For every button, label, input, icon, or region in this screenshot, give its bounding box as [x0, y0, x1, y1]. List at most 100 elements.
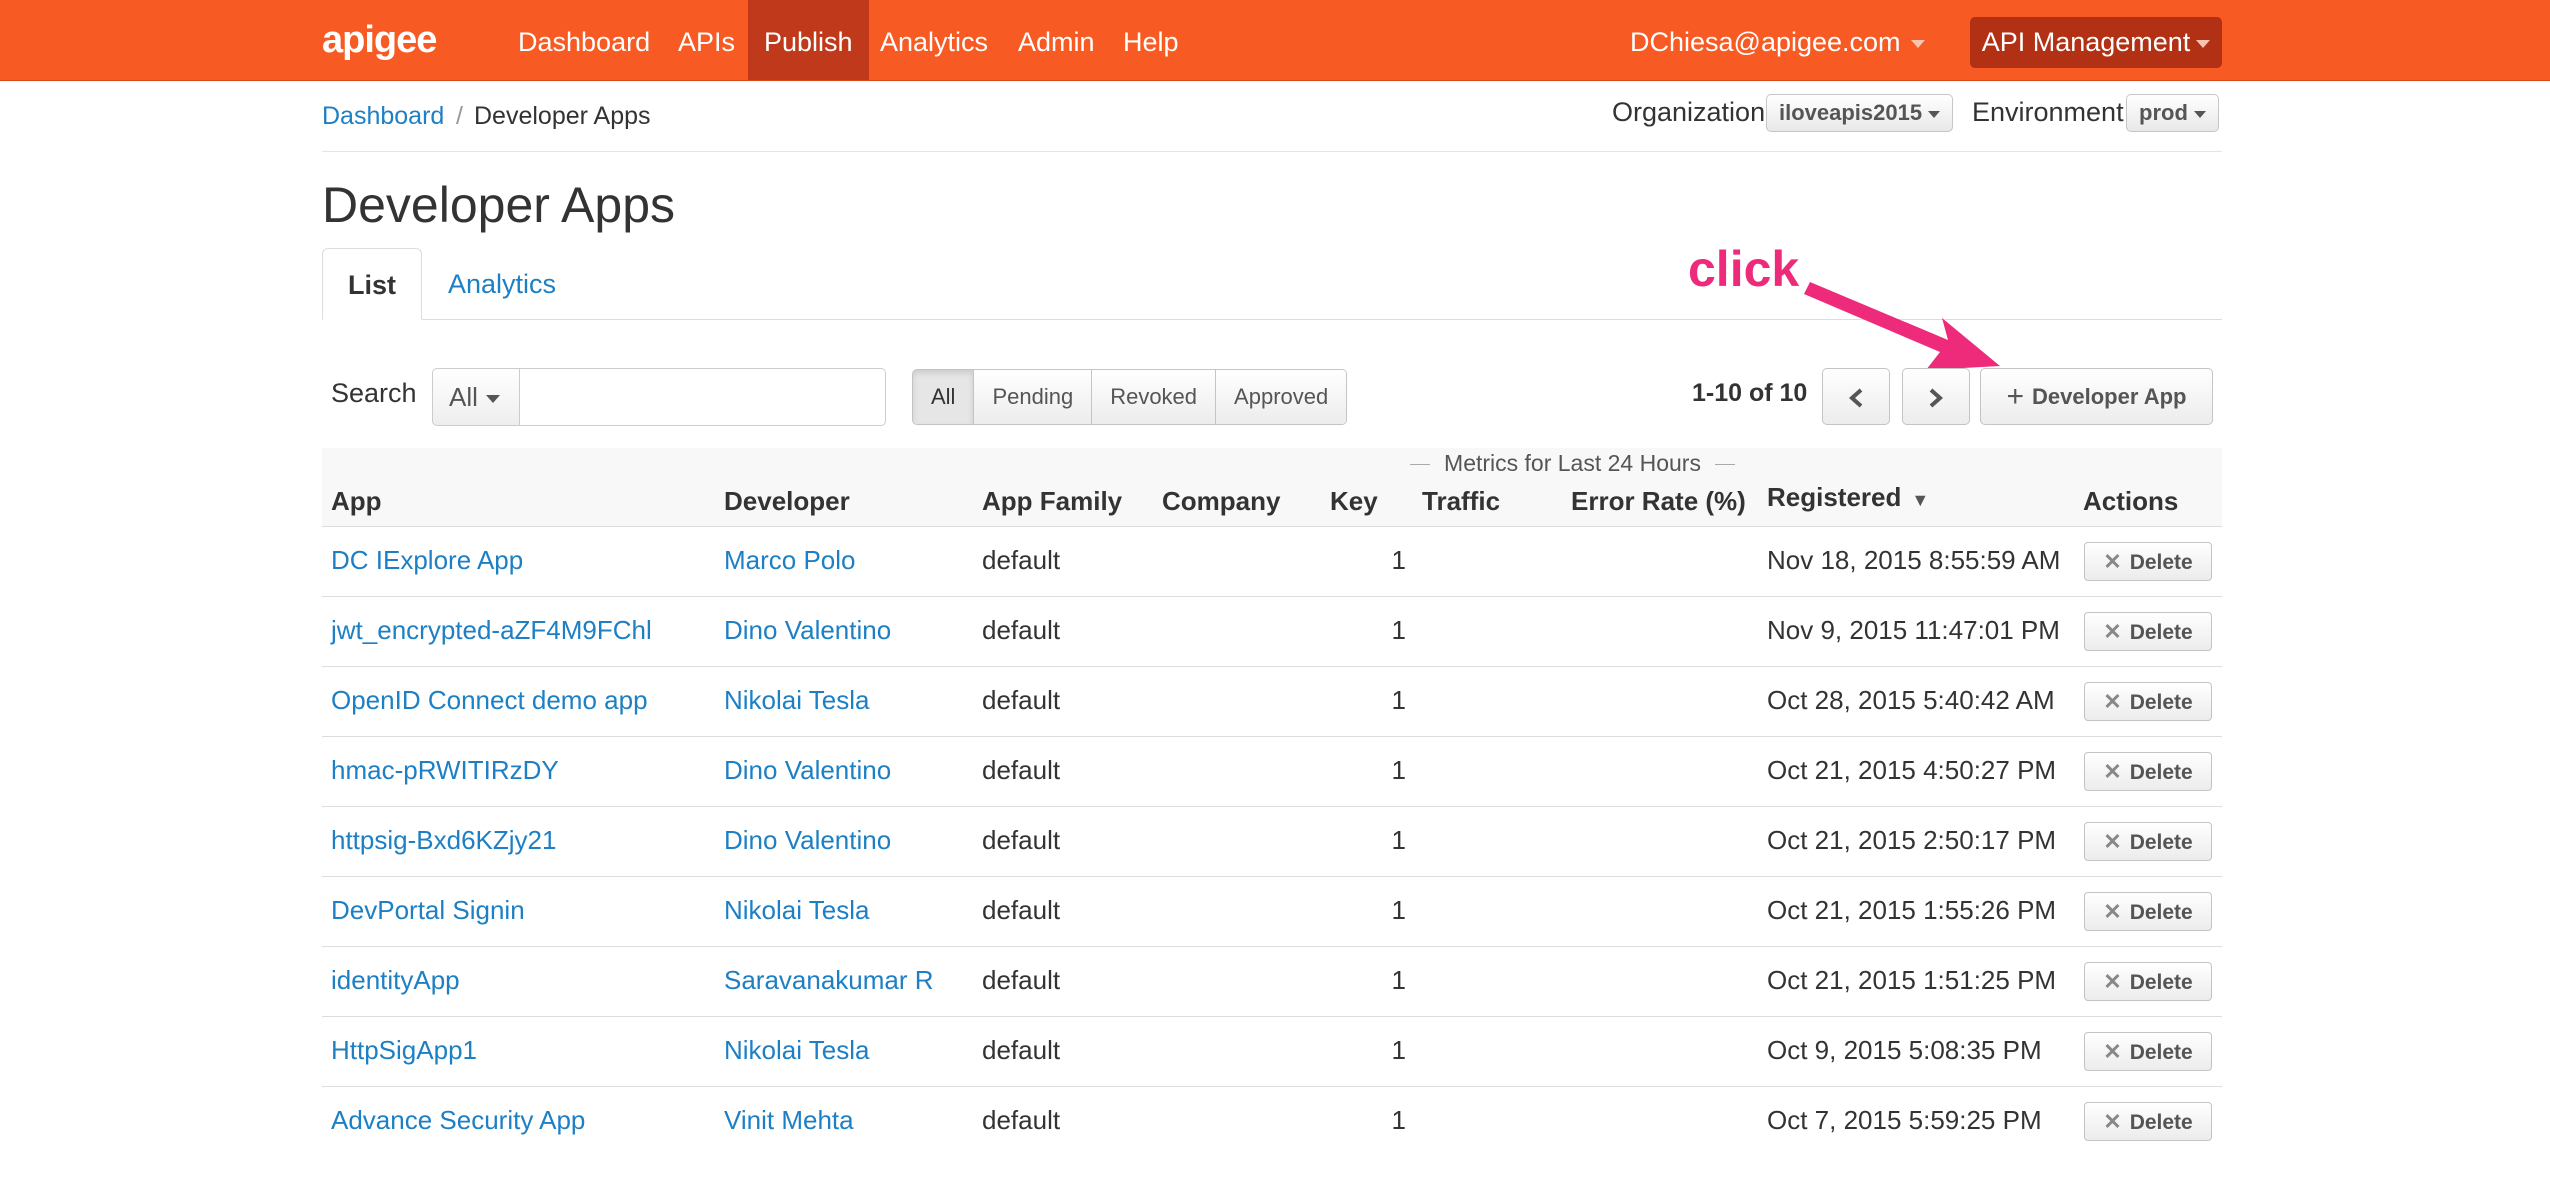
delete-button[interactable]: ✕ Delete: [2084, 892, 2212, 931]
nav-analytics[interactable]: Analytics: [864, 0, 1004, 80]
app-family-cell: default: [982, 895, 1061, 925]
delete-button[interactable]: ✕ Delete: [2084, 542, 2212, 581]
search-label: Search: [331, 378, 417, 408]
nav-help[interactable]: Help: [1107, 0, 1195, 80]
tab-analytics[interactable]: Analytics: [423, 248, 581, 320]
delete-button[interactable]: ✕ Delete: [2084, 752, 2212, 791]
app-name-link[interactable]: Advance Security App: [331, 1087, 585, 1157]
nav-apis[interactable]: APIs: [662, 0, 751, 80]
search-scope-select[interactable]: All: [432, 368, 520, 426]
close-icon: ✕: [2103, 1109, 2122, 1134]
app-family-cell: default: [982, 825, 1061, 855]
sort-descending-icon: ▼: [1911, 490, 1930, 510]
developer-link[interactable]: Marco Polo: [724, 527, 856, 597]
organization-label: Organization: [1612, 97, 1766, 127]
user-email: DChiesa@apigee.com: [1630, 27, 1901, 57]
delete-button[interactable]: ✕ Delete: [2084, 682, 2212, 721]
next-page-button[interactable]: [1902, 368, 1970, 425]
add-developer-app-label: Developer App: [2032, 384, 2187, 409]
column-header-error-rate: Error Rate (%): [1571, 486, 1746, 516]
delete-button[interactable]: ✕ Delete: [2084, 822, 2212, 861]
chevron-right-icon: [1929, 388, 1944, 408]
developer-link[interactable]: Nikolai Tesla: [724, 667, 869, 737]
status-filter-group: All Pending Revoked Approved: [912, 369, 1348, 425]
app-name-link[interactable]: DevPortal Signin: [331, 877, 525, 947]
column-header-company: Company: [1162, 486, 1281, 516]
developer-link[interactable]: Nikolai Tesla: [724, 877, 869, 947]
registered-cell: Nov 9, 2015 11:47:01 PM: [1767, 615, 2060, 645]
delete-button[interactable]: ✕ Delete: [2084, 1032, 2212, 1071]
delete-button[interactable]: ✕ Delete: [2084, 962, 2212, 1001]
filter-pending-button[interactable]: Pending: [973, 370, 1092, 424]
developer-link[interactable]: Nikolai Tesla: [724, 1017, 869, 1087]
app-family-cell: default: [982, 545, 1061, 575]
app-family-cell: default: [982, 615, 1061, 645]
registered-cell: Oct 7, 2015 5:59:25 PM: [1767, 1105, 2042, 1135]
close-icon: ✕: [2103, 759, 2122, 784]
nav-dashboard[interactable]: Dashboard: [502, 0, 666, 80]
breadcrumb-current: Developer Apps: [474, 102, 651, 130]
delete-label: Delete: [2129, 691, 2193, 714]
filter-all-button[interactable]: All: [913, 370, 974, 424]
apigee-logo[interactable]: apigee: [322, 14, 437, 66]
delete-button[interactable]: ✕ Delete: [2084, 612, 2212, 651]
developer-link[interactable]: Dino Valentino: [724, 737, 891, 807]
developer-link[interactable]: Dino Valentino: [724, 597, 891, 667]
chevron-down-icon: [1928, 110, 1941, 118]
environment-label: Environment: [1972, 97, 2124, 127]
developer-link[interactable]: Saravanakumar R: [724, 947, 934, 1017]
column-header-developer: Developer: [724, 486, 850, 516]
table-row: hmac-pRWITIRzDY Dino Valentino default 1…: [322, 736, 2222, 806]
user-menu[interactable]: DChiesa@apigee.com: [1630, 0, 1925, 80]
search-input[interactable]: [519, 368, 886, 426]
column-header-app-family: App Family: [982, 486, 1123, 516]
filter-approved-button[interactable]: Approved: [1215, 370, 1347, 424]
column-header-key: Key: [1330, 486, 1378, 516]
delete-label: Delete: [2129, 621, 2193, 644]
app-name-link[interactable]: OpenID Connect demo app: [331, 667, 648, 737]
tab-list[interactable]: List: [322, 248, 423, 320]
registered-cell: Oct 9, 2015 5:08:35 PM: [1767, 1035, 2042, 1065]
registered-cell: Oct 21, 2015 2:50:17 PM: [1767, 825, 2057, 855]
organization-select[interactable]: iloveapis2015: [1766, 94, 1954, 132]
app-name-link[interactable]: DC IExplore App: [331, 527, 523, 597]
developer-link[interactable]: Dino Valentino: [724, 807, 891, 877]
close-icon: ✕: [2103, 549, 2122, 574]
page-title: Developer Apps: [322, 177, 676, 233]
delete-label: Delete: [2129, 761, 2193, 784]
close-icon: ✕: [2103, 1039, 2122, 1064]
registered-header-label: Registered: [1767, 482, 1902, 512]
app-name-link[interactable]: HttpSigApp1: [331, 1017, 477, 1087]
chevron-down-icon: [2196, 39, 2211, 48]
product-menu-button[interactable]: API Management: [1970, 17, 2222, 68]
previous-page-button[interactable]: [1822, 368, 1890, 425]
environment-select[interactable]: prod: [2126, 94, 2219, 132]
add-developer-app-button[interactable]: + Developer App: [1980, 368, 2213, 425]
close-icon: ✕: [2103, 829, 2122, 854]
column-header-registered[interactable]: Registered ▼: [1767, 482, 1929, 513]
registered-cell: Oct 21, 2015 1:55:26 PM: [1767, 895, 2057, 925]
app-name-link[interactable]: httpsig-Bxd6KZjy21: [331, 807, 556, 877]
breadcrumb-dashboard-link[interactable]: Dashboard: [322, 102, 444, 131]
breadcrumb-bar: Dashboard / Developer Apps Organization …: [322, 82, 2222, 152]
filter-revoked-button[interactable]: Revoked: [1091, 370, 1216, 424]
nav-admin[interactable]: Admin: [1002, 0, 1111, 80]
key-count-cell: 1: [1391, 1105, 1406, 1135]
app-name-link[interactable]: identityApp: [331, 947, 460, 1017]
delete-label: Delete: [2129, 901, 2193, 924]
table-row: Advance Security App Vinit Mehta default…: [322, 1086, 2222, 1156]
key-count-cell: 1: [1391, 1035, 1406, 1065]
app-name-link[interactable]: jwt_encrypted-aZF4M9FChl: [331, 597, 652, 667]
developer-link[interactable]: Vinit Mehta: [724, 1087, 854, 1157]
environment-value: prod: [2139, 100, 2188, 125]
column-header-app: App: [331, 486, 382, 516]
nav-publish[interactable]: Publish: [748, 0, 869, 80]
delete-label: Delete: [2129, 551, 2193, 574]
table-row: HttpSigApp1 Nikolai Tesla default 1 Oct …: [322, 1016, 2222, 1086]
product-menu-label: API Management: [1981, 27, 2191, 57]
app-family-cell: default: [982, 1105, 1061, 1135]
close-icon: ✕: [2103, 899, 2122, 924]
app-name-link[interactable]: hmac-pRWITIRzDY: [331, 737, 559, 807]
delete-button[interactable]: ✕ Delete: [2084, 1102, 2212, 1141]
key-count-cell: 1: [1391, 825, 1406, 855]
